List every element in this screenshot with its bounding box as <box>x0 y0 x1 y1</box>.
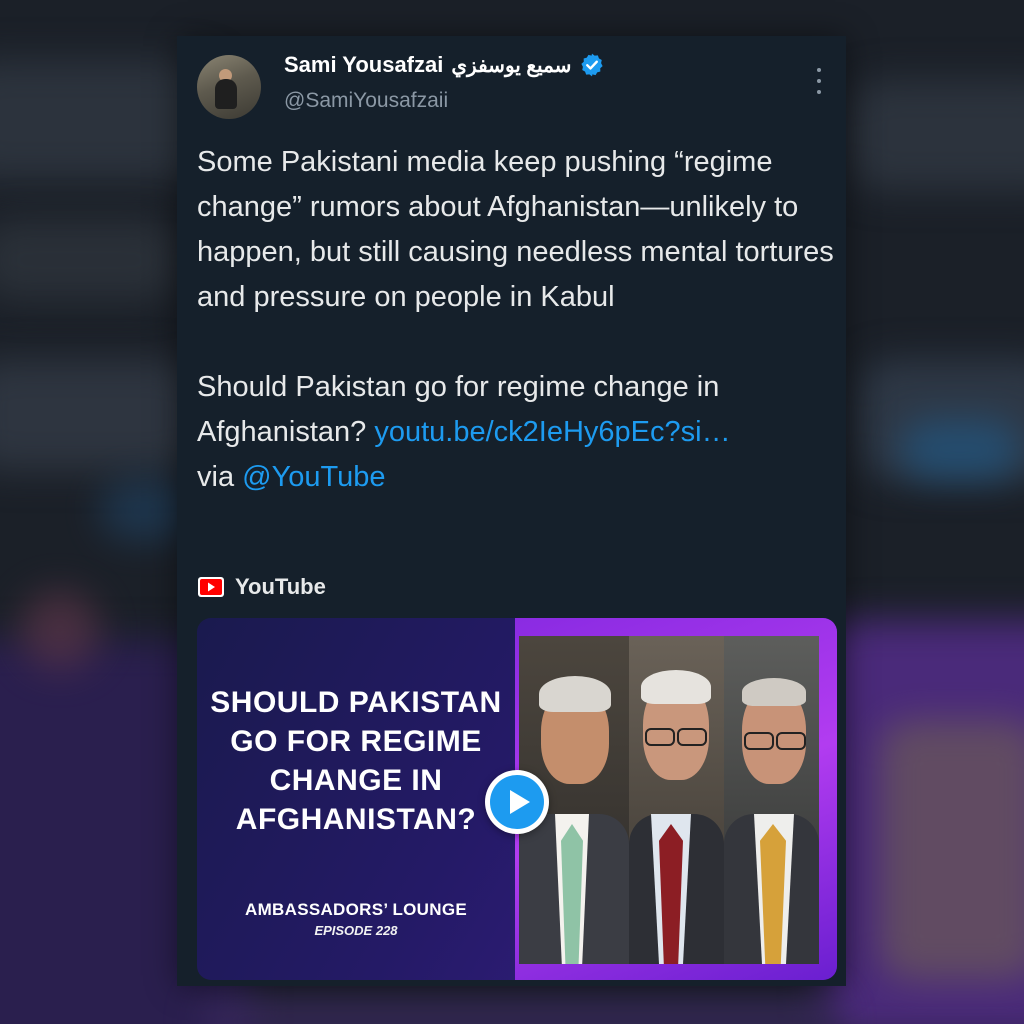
tweet-paragraph-1: Some Pakistani media keep pushing “regim… <box>197 146 834 313</box>
tweet-via-label: via <box>197 461 243 493</box>
more-options-icon[interactable] <box>813 68 825 94</box>
tweet-text: Some Pakistani media keep pushing “regim… <box>197 140 837 500</box>
youtube-mention-link[interactable]: @YouTube <box>242 461 385 493</box>
tweet-card: Sami Yousafzai سمیع یوسفزي @SamiYousafza… <box>177 36 846 986</box>
thumbnail-series: AMBASSADORS’ LOUNGE <box>245 900 467 919</box>
video-thumbnail[interactable]: SHOULD PAKISTAN GO FOR REGIME CHANGE IN … <box>197 618 837 980</box>
author-urdu-name[interactable]: سمیع یوسفزي <box>451 53 571 78</box>
youtube-logo-icon <box>198 577 224 597</box>
author-handle[interactable]: @SamiYousafzaii <box>284 89 448 113</box>
tweet-paragraph-2: Should Pakistan go for regime change in … <box>197 365 837 500</box>
author-display-name[interactable]: Sami Yousafzai <box>284 52 443 78</box>
link-card-source[interactable]: YouTube <box>197 574 326 600</box>
author-name-row: Sami Yousafzai سمیع یوسفزي <box>284 52 605 78</box>
ambassadors-photo <box>519 636 819 964</box>
play-icon <box>490 775 544 829</box>
verified-badge-icon <box>581 53 604 77</box>
tweet-youtube-link[interactable]: youtu.be/ck2IeHy6pEc?si… <box>374 416 730 448</box>
thumbnail-title: SHOULD PAKISTAN GO FOR REGIME CHANGE IN … <box>210 686 502 836</box>
source-label: YouTube <box>235 574 326 599</box>
thumbnail-episode: EPISODE 228 <box>314 923 398 938</box>
avatar[interactable] <box>197 55 261 119</box>
play-button[interactable] <box>485 770 549 834</box>
